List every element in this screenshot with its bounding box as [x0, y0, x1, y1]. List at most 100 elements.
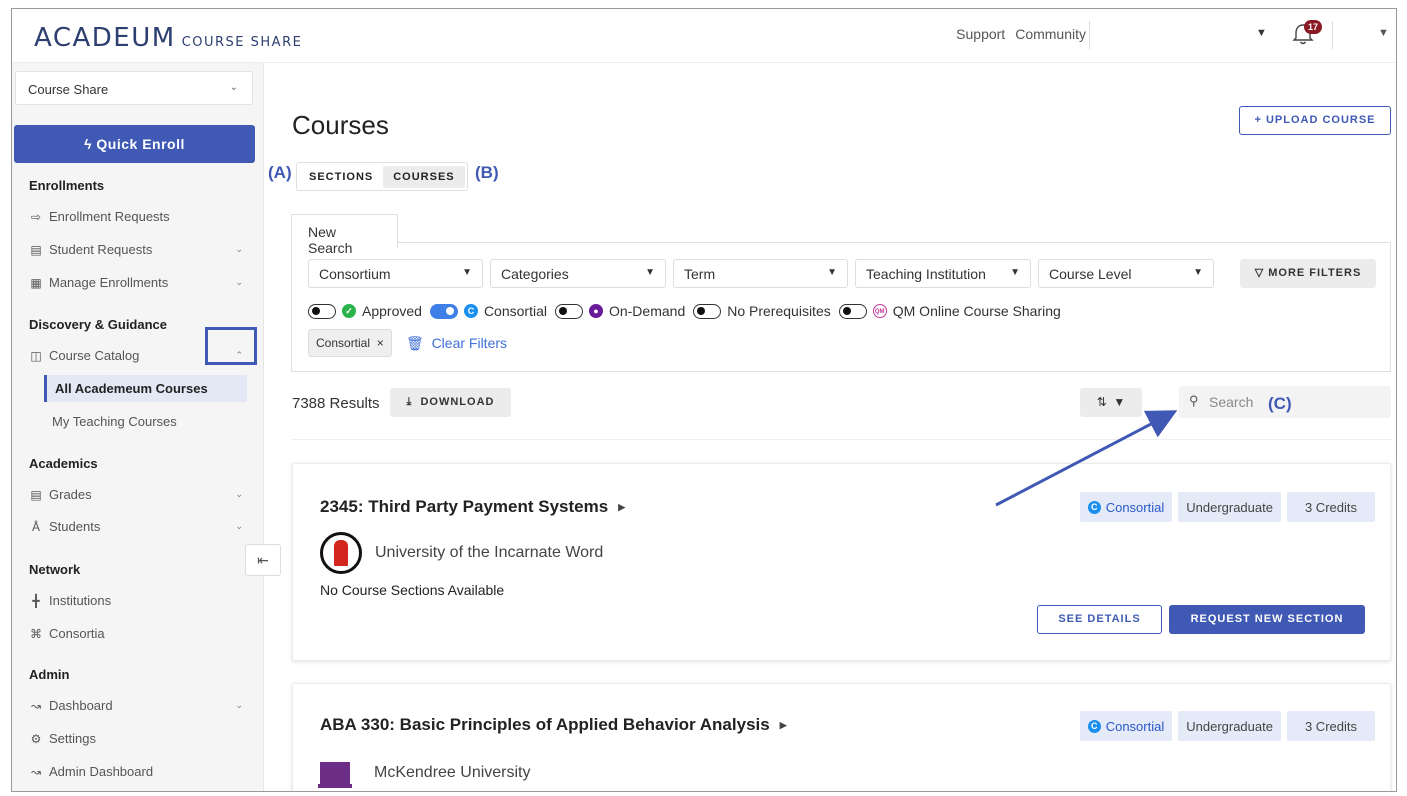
support-link[interactable]: Support [956, 26, 1005, 42]
sidebar-item-label: Admin Dashboard [49, 764, 154, 779]
quick-enroll-button[interactable]: ϟ Quick Enroll [14, 125, 255, 163]
sidebar-item-institutions[interactable]: ╋ Institutions [29, 593, 249, 608]
categories-dropdown[interactable]: Categories ▼ [490, 259, 666, 288]
institution-name: University of the Incarnate Word [375, 544, 604, 561]
course-card: 2345: Third Party Payment Systems ▶ C Con… [292, 463, 1391, 661]
institution-logo [318, 762, 352, 788]
page-title: Courses [292, 110, 389, 140]
institution-row: McKendree University [318, 762, 531, 788]
sidebar-item-my-teaching-courses[interactable]: My Teaching Courses [44, 408, 247, 435]
approved-toggle[interactable]: ✓ Approved [308, 303, 422, 319]
section-network: Network [29, 562, 81, 577]
see-details-button[interactable]: SEE DETAILS [1037, 605, 1162, 634]
toggle-switch[interactable] [554, 303, 583, 319]
toggle-switch[interactable] [693, 303, 722, 319]
consortial-toggle[interactable]: C Consortial [429, 303, 547, 319]
request-new-section-button[interactable]: REQUEST NEW SECTION [1169, 605, 1365, 634]
level-badge: Undergraduate [1178, 492, 1281, 522]
consortial-icon: C [463, 304, 478, 318]
community-link[interactable]: Community [1015, 26, 1086, 42]
sidebar-item-grades[interactable]: ▤ Grades ⌄ [29, 487, 249, 502]
sidebar-item-admin-dashboard[interactable]: ↝ Admin Dashboard [29, 764, 249, 779]
toggle-switch[interactable] [308, 303, 336, 319]
notification-badge: 17 [1304, 20, 1322, 34]
credits-badge: 3 Credits [1286, 711, 1375, 741]
consortium-dropdown[interactable]: Consortium ▼ [308, 259, 483, 288]
caret-down-icon: ▼ [1193, 267, 1203, 278]
sidebar-item-label: Manage Enrollments [49, 275, 169, 290]
logo[interactable]: ACADEUM COURSE SHARE [34, 23, 302, 53]
course-title-text: 2345: Third Party Payment Systems [320, 497, 609, 516]
sidebar-item-enrollment-requests[interactable]: ⇨ Enrollment Requests [29, 209, 249, 224]
sidebar: Course Share ⌄ ϟ Quick Enroll Enrollment… [12, 63, 264, 791]
course-title-text: ABA 330: Basic Principles of Applied Beh… [320, 715, 770, 734]
teaching-institution-dropdown[interactable]: Teaching Institution ▼ [855, 259, 1031, 288]
term-dropdown[interactable]: Term ▼ [673, 259, 848, 288]
search-icon: ⚲ [1189, 393, 1199, 408]
sidebar-item-dashboard[interactable]: ↝ Dashboard ⌄ [29, 698, 249, 713]
institution-icon: ╋ [32, 593, 40, 608]
on-demand-toggle[interactable]: ● On-Demand [554, 303, 686, 319]
institution-row: University of the Incarnate Word [320, 532, 603, 574]
clear-filters-link[interactable]: 🗑 Clear Filters [406, 335, 507, 352]
document-arrow-icon: ⇨ [30, 209, 42, 224]
chevron-down-icon: ⌄ [235, 700, 243, 710]
course-level-dropdown[interactable]: Course Level ▼ [1038, 259, 1214, 288]
caret-right-icon: ▶ [779, 720, 787, 731]
upload-course-button[interactable]: + UPLOAD COURSE [1239, 106, 1391, 135]
qm-icon: QM [872, 304, 887, 318]
sections-note: No Course Sections Available [320, 582, 505, 598]
divider [1089, 21, 1090, 49]
account-menu-caret-icon[interactable]: ▼ [1378, 27, 1389, 39]
sort-button[interactable]: ⇅ ▼ [1080, 388, 1142, 417]
filter-icon: ▽ [1254, 267, 1265, 279]
sidebar-item-consortia[interactable]: ⌘ Consortia [29, 626, 249, 641]
check-circle-icon: ✓ [342, 304, 356, 318]
user-menu-caret-icon[interactable]: ▼ [1256, 27, 1267, 39]
clear-filters-label: Clear Filters [431, 335, 508, 351]
toggle-switch[interactable] [838, 303, 867, 319]
course-title[interactable]: ABA 330: Basic Principles of Applied Beh… [320, 715, 787, 735]
course-title[interactable]: 2345: Third Party Payment Systems ▶ [320, 497, 625, 517]
sidebar-item-student-requests[interactable]: ▤ Student Requests ⌄ [29, 242, 249, 257]
toggle-label: Consortial [483, 303, 547, 319]
collapse-sidebar-icon[interactable]: ⇤ [245, 544, 281, 576]
sidebar-item-all-academeum-courses[interactable]: All Academeum Courses [44, 375, 247, 402]
app-selector[interactable]: Course Share ⌄ [15, 71, 253, 105]
dropdown-label: Course Level [1049, 266, 1132, 282]
sections-toggle[interactable]: SECTIONS [299, 166, 383, 188]
app-selector-label: Course Share [28, 82, 109, 97]
badge-label: Consortial [1105, 499, 1165, 515]
active-filter-chip[interactable]: Consortial × [308, 329, 392, 357]
divider [1332, 21, 1333, 49]
tab-new-search[interactable]: New Search [291, 214, 398, 256]
toggle-label: On-Demand [608, 303, 686, 319]
sidebar-item-manage-enrollments[interactable]: ▦ Manage Enrollments ⌄ [29, 275, 249, 290]
chart-icon: ↝ [30, 698, 42, 713]
download-button[interactable]: ⤓ DOWNLOAD [390, 388, 511, 417]
sidebar-item-settings[interactable]: ⚙ Settings [29, 731, 249, 746]
app-window: ACADEUM COURSE SHARE Support Community ▼… [11, 8, 1397, 792]
more-filters-button[interactable]: ▽ MORE FILTERS [1240, 259, 1376, 288]
caret-right-icon: ▶ [618, 502, 626, 513]
qm-online-toggle[interactable]: QM QM Online Course Sharing [838, 303, 1061, 319]
sidebar-item-students[interactable]: Å Students ⌄ [29, 519, 249, 534]
no-prerequisites-toggle[interactable]: No Prerequisites [693, 303, 831, 319]
manage-icon: ▦ [30, 275, 42, 290]
chevron-down-icon: ⌄ [235, 521, 243, 531]
section-admin: Admin [29, 667, 70, 682]
toggle-switch[interactable] [429, 303, 458, 319]
courses-toggle[interactable]: COURSES [383, 165, 465, 188]
sort-icon: ⇅ [1096, 395, 1107, 409]
annotation-c: (C) [1268, 394, 1292, 413]
course-catalog-expand-highlight [205, 327, 257, 365]
annotation-a: (A) [268, 163, 292, 182]
chevron-down-icon: ⌄ [235, 244, 243, 254]
view-toggle: SECTIONS COURSES [296, 162, 468, 191]
caret-down-icon: ▼ [827, 267, 837, 278]
sidebar-item-label: Students [49, 519, 101, 534]
close-icon[interactable]: × [373, 336, 384, 350]
annotation-b: (B) [475, 163, 499, 182]
level-badge: Undergraduate [1178, 711, 1281, 741]
top-links: Support Community [956, 26, 1086, 42]
